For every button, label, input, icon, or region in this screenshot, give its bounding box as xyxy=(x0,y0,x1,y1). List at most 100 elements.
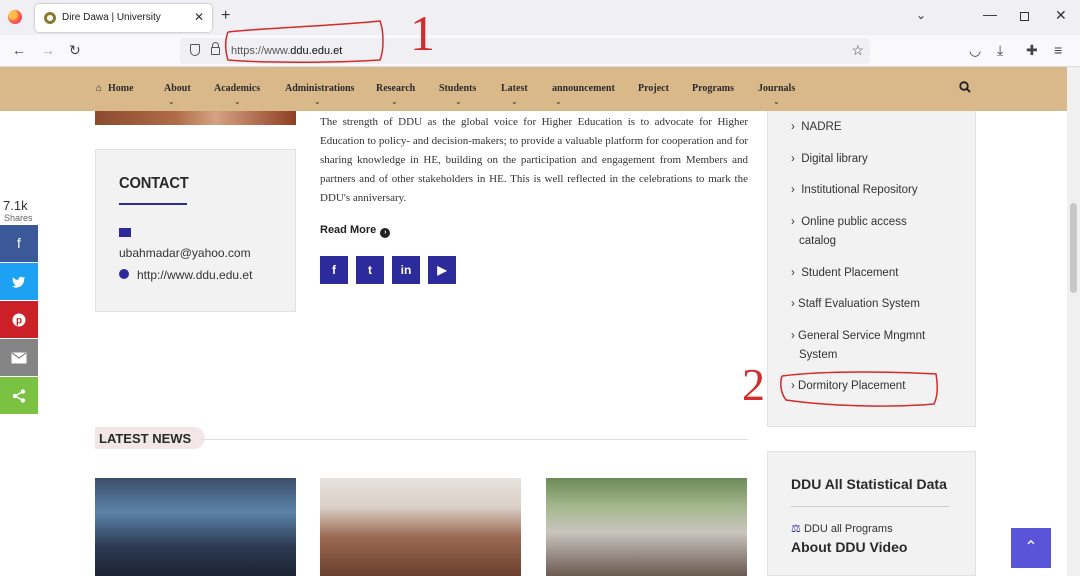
sidebar-link-label: NADRE xyxy=(801,121,842,133)
menu-administrations[interactable]: Administrations xyxy=(285,83,354,94)
share-icon xyxy=(12,389,26,403)
contact-email[interactable]: ubahmadar@yahoo.com xyxy=(119,246,251,260)
contact-card: CONTACT ubahmadar@yahoo.com http://www.d… xyxy=(95,149,296,312)
menu-programs[interactable]: Programs xyxy=(692,83,734,94)
minimize-button[interactable]: — xyxy=(983,6,997,22)
sidebar-link-label: Digital library xyxy=(801,153,868,165)
youtube-share-button[interactable]: ▶ xyxy=(428,256,456,284)
list-all-tabs-icon[interactable]: ⌄ xyxy=(916,8,926,22)
menu-announcement[interactable]: announcement xyxy=(552,83,615,94)
sidebar-link-general-service[interactable]: › General Service Mngmnt xyxy=(791,327,925,346)
tracking-protection-shield-icon[interactable] xyxy=(190,44,200,56)
sidebar-link-opac[interactable]: › Online public access xyxy=(791,213,907,232)
email-side-share[interactable] xyxy=(0,339,38,376)
forward-icon[interactable]: → xyxy=(41,41,55,59)
news-image-ceremony[interactable] xyxy=(546,478,747,576)
divider xyxy=(791,506,949,507)
pinterest-icon: p xyxy=(12,313,26,327)
maximize-button[interactable] xyxy=(1020,12,1029,21)
latest-news-heading: LATEST NEWS xyxy=(95,427,206,449)
chevron-down-icon: ⌄ xyxy=(168,97,175,106)
sidebar-link-institutional-repository[interactable]: › Institutional Repository xyxy=(791,181,918,200)
sidebar-link-digital-library[interactable]: › Digital library xyxy=(791,150,868,169)
more-side-share[interactable] xyxy=(0,377,38,414)
pocket-icon[interactable]: ◡ xyxy=(969,41,981,59)
sidebar-link-label: Institutional Repository xyxy=(801,184,918,196)
chevron-down-icon: ⌄ xyxy=(314,97,321,106)
all-programs-link[interactable]: ⚖ DDU all Programs xyxy=(791,522,893,535)
url-prefix: https://www. xyxy=(231,45,291,57)
menu-about[interactable]: About xyxy=(164,83,191,94)
tab-close-icon[interactable]: ✕ xyxy=(194,10,204,24)
app-menu-icon[interactable]: ≡ xyxy=(1054,41,1062,59)
browser-tab-bar: Dire Dawa | University ✕ + ⌄ — ✕ xyxy=(0,0,1080,35)
downloads-icon[interactable]: ⤓ xyxy=(997,41,1003,59)
new-tab-button[interactable]: + xyxy=(221,7,230,25)
menu-home-label: Home xyxy=(108,83,134,94)
back-icon[interactable]: ← xyxy=(12,41,26,59)
news-image-hall[interactable] xyxy=(320,478,521,576)
lock-icon[interactable] xyxy=(211,42,220,55)
read-more-link[interactable]: Read More › xyxy=(320,224,391,238)
twitter-share-button[interactable]: t xyxy=(356,256,384,284)
sidebar-link-label: Staff Evaluation System xyxy=(798,298,920,310)
title-underline xyxy=(119,203,187,205)
home-icon: ⌂ xyxy=(96,83,103,94)
sidebar-link-label: General Service Mngmnt xyxy=(798,330,926,342)
page-scrollbar[interactable] xyxy=(1067,67,1080,576)
menu-academics[interactable]: Academics xyxy=(214,83,260,94)
statistics-title: DDU All Statistical Data xyxy=(791,476,947,492)
facebook-side-share[interactable]: f xyxy=(0,225,38,262)
menu-journals[interactable]: Journals xyxy=(758,83,795,94)
chevron-down-icon: ⌄ xyxy=(511,97,518,106)
sidebar-link-student-placement[interactable]: › Student Placement xyxy=(791,264,898,283)
scroll-to-top-button[interactable]: ⌃ xyxy=(1011,528,1051,568)
menu-project[interactable]: Project xyxy=(638,83,669,94)
share-label: Shares xyxy=(4,213,33,223)
menu-students[interactable]: Students xyxy=(439,83,476,94)
sidebar-link-staff-evaluation[interactable]: › Staff Evaluation System xyxy=(791,295,920,314)
window-close-button[interactable]: ✕ xyxy=(1055,7,1067,24)
read-more-label: Read More xyxy=(320,224,377,236)
chevron-down-icon: ⌄ xyxy=(555,97,562,106)
scrollbar-thumb[interactable] xyxy=(1070,203,1077,293)
extensions-icon[interactable]: ✚ xyxy=(1026,41,1038,59)
facebook-share-button[interactable]: f xyxy=(320,256,348,284)
search-icon[interactable] xyxy=(959,81,971,93)
url-domain: ddu.edu.et xyxy=(290,45,343,57)
sidebar-link-nadre[interactable]: › NADRE xyxy=(791,118,842,137)
statistics-card: DDU All Statistical Data ⚖ DDU all Progr… xyxy=(767,451,976,576)
url-text[interactable]: https://www.ddu.edu.et xyxy=(231,45,342,57)
tab-dire-dawa-university[interactable]: Dire Dawa | University ✕ xyxy=(35,4,212,32)
sidebar-link-label: Dormitory Placement xyxy=(798,380,906,392)
arrow-circle-right-icon: › xyxy=(380,228,391,238)
pinterest-side-share[interactable]: p xyxy=(0,301,38,338)
contact-website[interactable]: http://www.ddu.edu.et xyxy=(137,268,252,282)
menu-home[interactable]: ⌂ Home xyxy=(96,83,134,94)
menu-research[interactable]: Research xyxy=(376,83,415,94)
facebook-icon: f xyxy=(17,235,21,251)
university-favicon-icon xyxy=(44,12,56,24)
sidebar-link-dormitory-placement[interactable]: › Dormitory Placement xyxy=(791,377,905,396)
bookmark-star-icon[interactable]: ☆ xyxy=(851,42,864,59)
about-video-heading: About DDU Video xyxy=(791,539,908,555)
chevron-up-icon: ⌃ xyxy=(1024,539,1038,556)
sidebar-link-label: Student Placement xyxy=(801,267,899,279)
firefox-logo-icon[interactable] xyxy=(8,10,22,24)
annotation-mark-2: 2 xyxy=(742,359,765,410)
address-bar[interactable]: https://www.ddu.edu.et ☆ xyxy=(180,38,870,64)
twitter-side-share[interactable] xyxy=(0,263,38,300)
news-image-speaker[interactable] xyxy=(95,478,296,576)
sidebar-link-opac-line2[interactable]: catalog xyxy=(799,232,836,251)
globe-icon xyxy=(119,269,129,279)
menu-latest[interactable]: Latest xyxy=(501,83,528,94)
linkedin-share-button[interactable]: in xyxy=(392,256,420,284)
reload-icon[interactable]: ↻ xyxy=(69,41,81,59)
contact-title: CONTACT xyxy=(119,175,189,192)
share-count: 7.1k xyxy=(3,198,28,213)
balance-scale-icon: ⚖ xyxy=(791,523,801,535)
envelope-icon xyxy=(119,228,131,237)
svg-text:p: p xyxy=(16,316,22,327)
sidebar-link-general-service-line2[interactable]: System xyxy=(799,346,837,365)
tab-title: Dire Dawa | University xyxy=(62,12,161,23)
